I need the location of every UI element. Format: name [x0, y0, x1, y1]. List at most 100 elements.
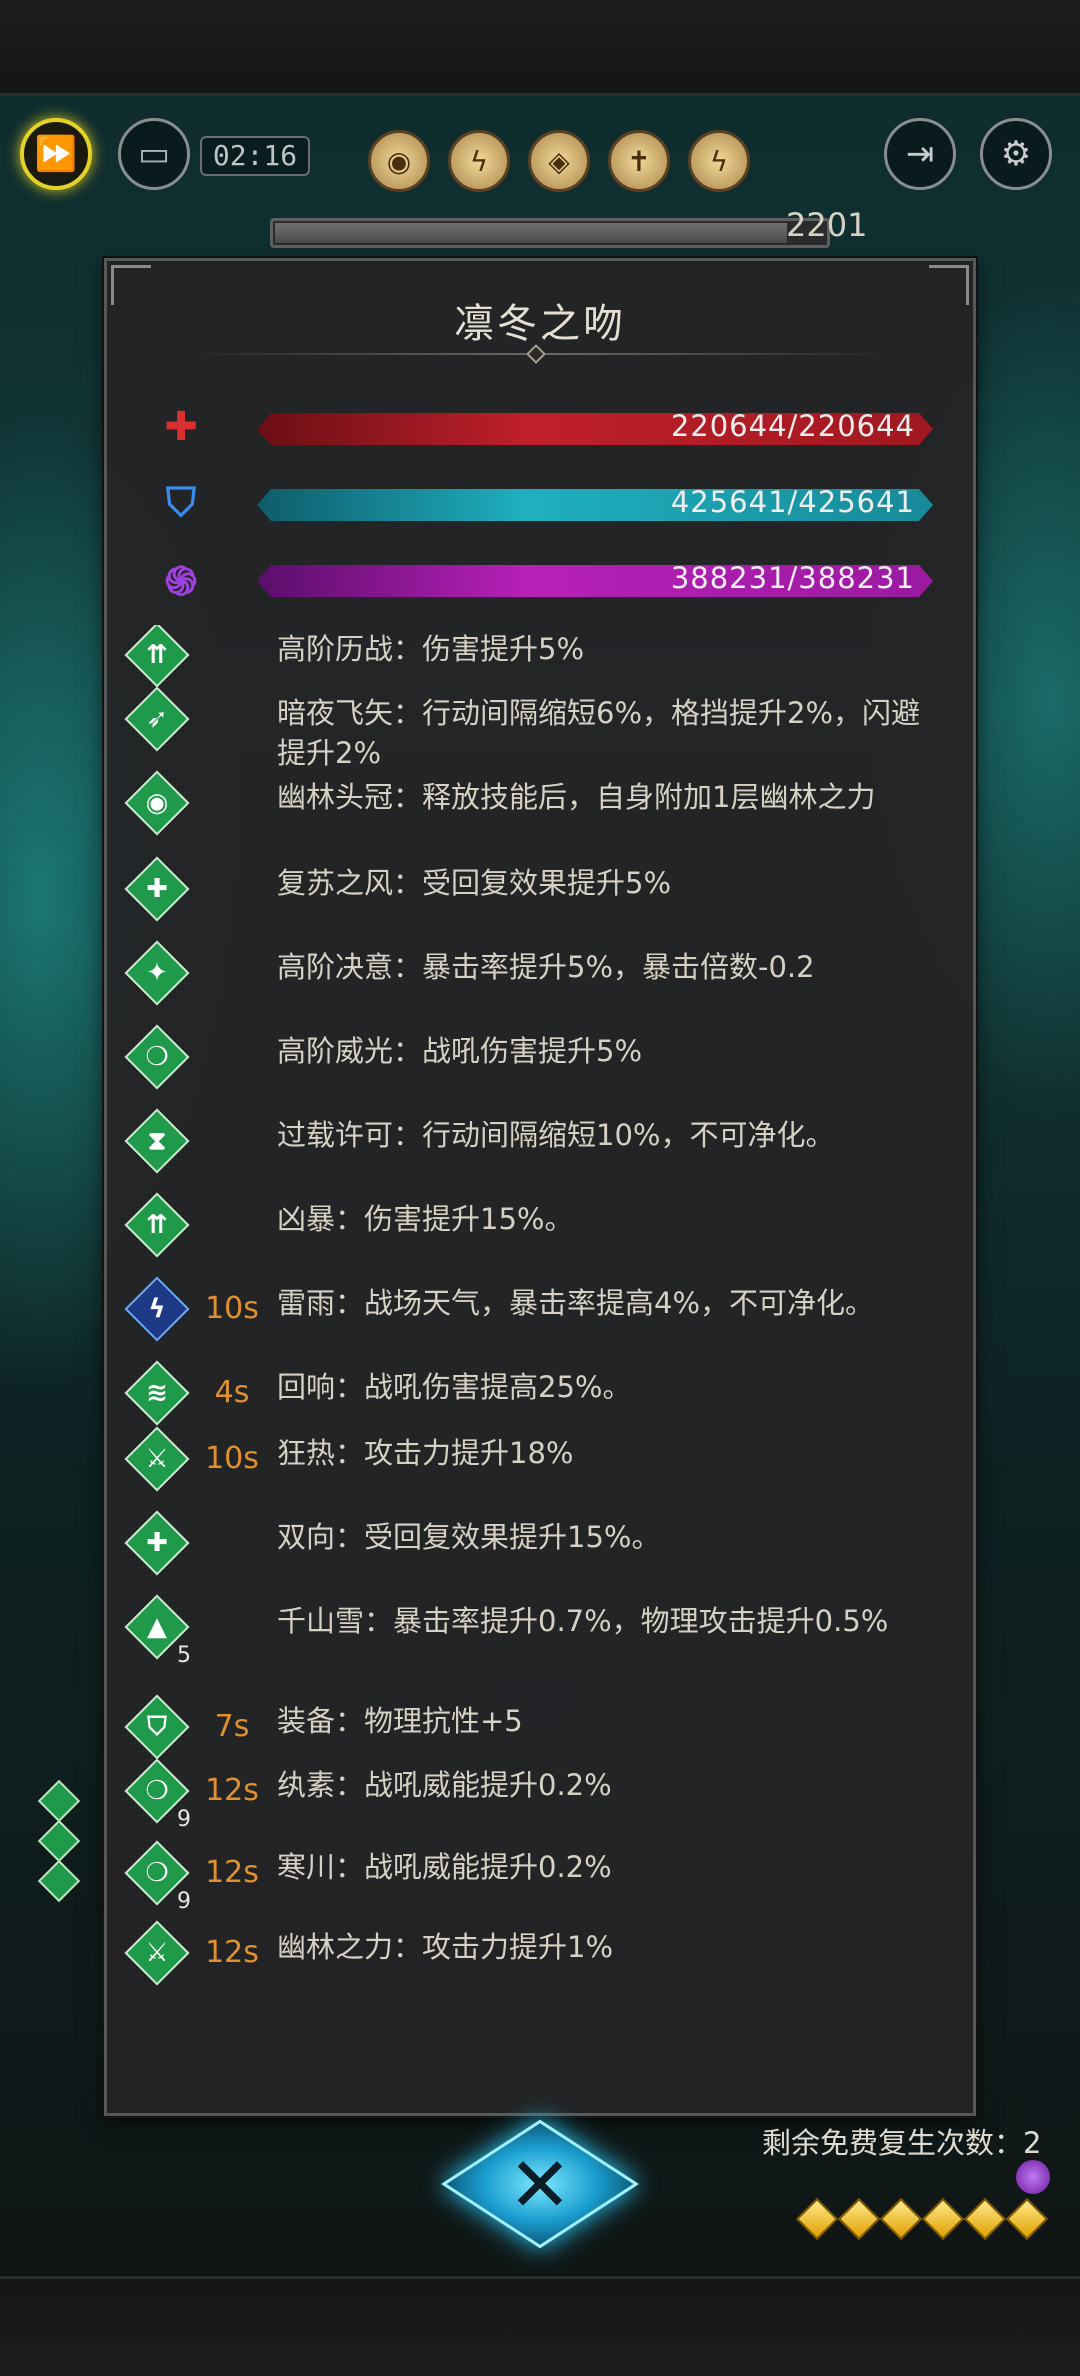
green-heal-up-icon: ✚: [124, 856, 190, 922]
buff-description: 纨素：战吼威能提升0.2%: [277, 1768, 612, 1802]
gold-diamond-icon: [963, 2197, 1007, 2241]
green-warcry-icon: ❍: [124, 1024, 190, 1090]
green-warcry-icon: ❍ 9: [124, 1758, 191, 1832]
buff-duration: 10s: [205, 1291, 259, 1326]
buff-description: 雷雨：战场天气，暴击率提高4%，不可净化。: [277, 1286, 875, 1320]
green-echo-icon: ≋: [124, 1360, 190, 1426]
panel-title: 凛冬之吻: [454, 301, 626, 347]
buff-description: 复苏之风：受回复效果提升5%: [277, 866, 672, 900]
buff-duration: [187, 773, 277, 785]
buff-row: ◉ 幽林头冠：释放技能后，自身附加1层幽林之力: [107, 770, 973, 859]
buff-description: 高阶威光：战吼伤害提升5%: [277, 1034, 643, 1068]
buff-description: 凶暴：伤害提升15%。: [277, 1202, 574, 1236]
green-heal-up-icon: ✚: [124, 1510, 190, 1576]
icon-glyph: ✚: [146, 874, 168, 904]
exit-button[interactable]: ⇥: [884, 118, 956, 190]
buff-duration: [187, 1195, 277, 1207]
icon-glyph: ✦: [146, 958, 168, 988]
gold-badge-icon[interactable]: ✝: [608, 130, 670, 192]
icon-glyph: ➶: [146, 704, 168, 734]
green-swords-icon: ⚔: [124, 1426, 190, 1492]
fast-forward-button[interactable]: ⏩: [20, 118, 92, 190]
buff-duration: 12s: [205, 1855, 259, 1890]
icon-glyph: ≋: [146, 1378, 168, 1408]
buff-description: 千山雪：暴击率提升0.7%，物理攻击提升0.5%: [277, 1604, 889, 1638]
buff-row: ❍ 9 12s 纨素：战吼威能提升0.2%: [107, 1758, 973, 1843]
settings-button[interactable]: ⚙: [980, 118, 1052, 190]
blue-shield-icon: ⛉: [166, 480, 196, 526]
buff-row: ❍ 高阶威光：战吼伤害提升5%: [107, 1024, 973, 1111]
buff-row: ϟ 10s 雷雨：战场天气，暴击率提高4%，不可净化。: [107, 1276, 973, 1363]
battle-timer: 02:16: [200, 136, 310, 176]
green-crit-icon: ✦: [124, 940, 190, 1006]
progress-fill: [275, 223, 787, 243]
close-button[interactable]: ✕: [441, 2114, 639, 2254]
buff-description: 双向：受回复效果提升15%。: [277, 1520, 661, 1554]
buff-row: ▲ 5 千山雪：暴击率提升0.7%，物理攻击提升0.5%: [107, 1594, 973, 1697]
buff-row: ≋ 4s 回响：战吼伤害提高25%。: [107, 1360, 973, 1429]
buff-icon: [37, 1779, 81, 1823]
buff-stack-count: 9: [177, 1807, 191, 1832]
buff-description: 高阶历战：伤害提升5%: [277, 632, 585, 666]
buff-stack-count: 5: [177, 1643, 191, 1668]
buff-icon: [37, 1819, 81, 1863]
green-shield-icon: ⛉: [124, 1694, 190, 1760]
green-snow-mountain-icon: ▲ 5: [124, 1594, 191, 1668]
buff-duration: 10s: [205, 1441, 259, 1476]
green-attack-up-icon: ⇈: [124, 1192, 190, 1258]
gold-diamond-icon: [837, 2197, 881, 2241]
icon-glyph: ❍: [145, 1042, 169, 1072]
gold-diamond-icon: [795, 2197, 839, 2241]
gold-badge-icon[interactable]: ◉: [368, 130, 430, 192]
buff-row: ⚔ 10s 狂热：攻击力提升18%: [107, 1426, 973, 1513]
buff-description: 幽林头冠：释放技能后，自身附加1层幽林之力: [277, 780, 876, 814]
auto-battle-button[interactable]: ▭: [118, 118, 190, 190]
buff-duration: [187, 1597, 277, 1609]
icon-glyph: ϟ: [148, 1294, 166, 1324]
purple-swirl-icon: ֍: [164, 558, 198, 605]
green-arrows-icon: ➶: [124, 686, 190, 752]
buff-row: ⇈ 高阶历战：伤害提升5%: [107, 625, 973, 689]
gold-badge-icon[interactable]: ϟ: [448, 130, 510, 192]
exit-door-icon: ⇥: [905, 134, 935, 174]
buff-icon: [37, 1859, 81, 1903]
revive-diamonds: [795, 2197, 1049, 2241]
buff-list[interactable]: ⇈ 高阶历战：伤害提升5% ➶ 暗夜飞矢：行动间隔缩短6%，格挡提升2%，闪避提升2%…: [107, 625, 973, 2069]
buff-description: 装备：物理抗性+5: [277, 1704, 523, 1738]
blue-lightning-icon: ϟ: [124, 1276, 190, 1342]
buff-row: ⧗ 过载许可：行动间隔缩短10%，不可净化。: [107, 1108, 973, 1195]
buff-description: 回响：战吼伤害提高25%。: [277, 1370, 632, 1404]
buff-duration: [187, 1111, 277, 1123]
buff-row: ✚ 复苏之风：受回复效果提升5%: [107, 856, 973, 943]
gold-badge-icon[interactable]: ϟ: [688, 130, 750, 192]
energy-value: 388231/388231: [670, 561, 915, 595]
icon-glyph: ⧗: [147, 1125, 167, 1156]
icon-glyph: ⚔: [145, 1444, 169, 1474]
green-warcry-icon: ❍ 9: [124, 1840, 191, 1914]
buff-description: 过载许可：行动间隔缩短10%，不可净化。: [277, 1118, 835, 1152]
buff-duration: [187, 625, 277, 637]
top-toolbar: ⏩ ▭ 02:16 ◉ ϟ ◈ ✝ ϟ ⇥ ⚙: [0, 110, 1080, 200]
gold-badge-icon[interactable]: ◈: [528, 130, 590, 192]
buff-duration: [187, 689, 277, 701]
purple-orb-icon: [1016, 2160, 1050, 2194]
buff-row: ⛉ 7s 装备：物理抗性+5: [107, 1694, 973, 1761]
gold-diamond-icon: [1005, 2197, 1049, 2241]
top-frame: [0, 0, 1080, 96]
green-eye-icon: ◉: [124, 770, 190, 836]
buff-row: ✚ 双向：受回复效果提升15%。: [107, 1510, 973, 1597]
buff-duration: [187, 943, 277, 955]
green-hourglass-icon: ⧗: [124, 1108, 190, 1174]
icon-glyph: ⚔: [145, 1938, 169, 1968]
buff-duration: 12s: [205, 1773, 259, 1808]
buff-row: ➶ 暗夜飞矢：行动间隔缩短6%，格挡提升2%，闪避提升2%: [107, 686, 973, 773]
free-revive-count: 剩余免费复生次数：2: [762, 2126, 1042, 2160]
icon-glyph: ✚: [146, 1528, 168, 1558]
health-value: 220644/220644: [670, 409, 915, 443]
icon-glyph: ⛉: [147, 1711, 167, 1742]
side-buff-icons: [37, 1779, 81, 1903]
red-cross-icon: ✚: [164, 404, 198, 450]
icon-glyph: ⇈: [146, 1210, 168, 1240]
buff-row: ⇈ 凶暴：伤害提升15%。: [107, 1192, 973, 1279]
buff-duration: [187, 859, 277, 871]
